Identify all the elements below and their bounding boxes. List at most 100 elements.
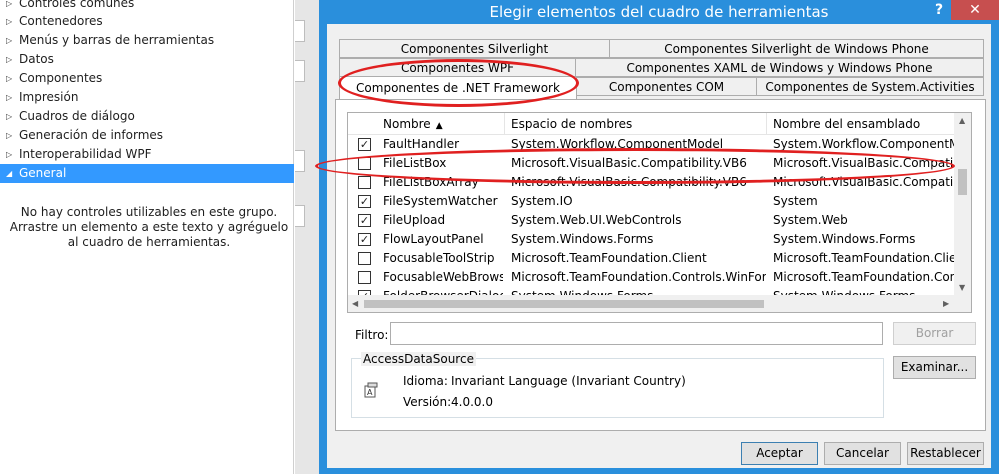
row-assembly: System.Workflow.ComponentModel xyxy=(773,137,956,151)
reset-button[interactable]: Restablecer xyxy=(907,442,984,465)
row-namespace: Microsoft.TeamFoundation.Client xyxy=(511,251,707,265)
scroll-up-icon[interactable]: ▲ xyxy=(959,116,965,125)
checkbox[interactable] xyxy=(358,157,371,170)
checkbox[interactable] xyxy=(358,271,371,284)
tab-silverlight-windows-phone[interactable]: Componentes Silverlight de Windows Phone xyxy=(609,39,984,58)
row-name: FileListBox xyxy=(383,156,447,170)
checkbox[interactable]: ✓ xyxy=(358,233,371,246)
row-name: FocusableWebBrowse xyxy=(383,270,503,284)
language-value: Invariant Language (Invariant Country) xyxy=(451,374,686,388)
horizontal-scrollbar[interactable]: ◀ ▶ xyxy=(348,295,956,312)
cancel-button[interactable]: Cancelar xyxy=(824,442,901,465)
toolbox-group-interop-wpf[interactable]: ▷ Interoperabilidad WPF xyxy=(0,145,294,164)
toolbox-group-contenedores[interactable]: ▷ Contenedores xyxy=(0,12,294,31)
row-assembly: System.Web xyxy=(773,213,848,227)
checkbox[interactable] xyxy=(358,252,371,265)
scroll-right-icon[interactable]: ▶ xyxy=(943,299,949,308)
tab-com[interactable]: Componentes COM xyxy=(576,77,757,96)
filter-label: Filtro: xyxy=(355,328,389,342)
list-header: Nombre ▲ Espacio de nombres Nombre del en… xyxy=(348,113,956,135)
row-assembly: Microsoft.TeamFoundation.Client xyxy=(773,251,956,265)
vertical-scrollbar[interactable]: ▲ ▼ xyxy=(954,113,971,312)
row-namespace: Microsoft.VisualBasic.Compatibility.VB6 xyxy=(511,175,747,189)
component-info-title: AccessDataSource xyxy=(361,352,476,366)
checkbox[interactable]: ✓ xyxy=(358,214,371,227)
dialog-title: Elegir elementos del cuadro de herramien… xyxy=(489,3,829,21)
row-assembly: Microsoft.VisualBasic.Compatibility xyxy=(773,175,956,189)
editor-field-edge xyxy=(295,60,305,82)
row-namespace: Microsoft.TeamFoundation.Controls.WinFor… xyxy=(511,270,766,284)
help-button[interactable]: ? xyxy=(927,0,951,22)
column-ensamblado[interactable]: Nombre del ensamblado xyxy=(767,113,956,135)
dialog-client-area: Componentes Silverlight Componentes Silv… xyxy=(315,24,991,468)
table-row[interactable]: ✓ FileSystemWatcher System.IO System xyxy=(348,192,956,211)
table-row[interactable]: FocusableToolStrip Microsoft.TeamFoundat… xyxy=(348,249,956,268)
column-nombre[interactable]: Nombre ▲ xyxy=(348,113,505,135)
toolbox-group-menus[interactable]: ▷ Menús y barras de herramientas xyxy=(0,31,294,50)
column-espacio-nombres[interactable]: Espacio de nombres xyxy=(505,113,767,135)
ok-button[interactable]: Aceptar xyxy=(741,442,818,465)
close-button[interactable]: ✕ xyxy=(951,0,999,20)
scroll-left-icon[interactable]: ◀ xyxy=(352,299,358,308)
expand-arrow-icon: ▷ xyxy=(6,112,13,121)
table-row[interactable]: ✓ FlowLayoutPanel System.Windows.Forms S… xyxy=(348,230,956,249)
toolbox-empty-message: No hay controles utilizables en este gru… xyxy=(9,205,289,249)
row-name: FaultHandler xyxy=(383,137,460,151)
tab-system-activities[interactable]: Componentes de System.Activities xyxy=(756,77,984,96)
expand-arrow-icon: ▷ xyxy=(6,131,13,140)
tab-wpf[interactable]: Componentes WPF xyxy=(339,58,576,77)
version-value: 4.0.0.0 xyxy=(451,395,493,409)
checkbox[interactable]: ✓ xyxy=(358,138,371,151)
row-assembly: System.Windows.Forms xyxy=(773,232,916,246)
tab-net-framework[interactable]: Componentes de .NET Framework xyxy=(339,76,577,99)
toolbox-group-informes[interactable]: ▷ Generación de informes xyxy=(0,126,294,145)
checkbox[interactable]: ✓ xyxy=(358,195,371,208)
row-assembly: Microsoft.VisualBasic.Compatibility xyxy=(773,156,956,170)
expand-arrow-icon: ▷ xyxy=(6,74,13,83)
toolbox-group-general[interactable]: ◢ General xyxy=(0,164,294,183)
toolbox-group-componentes[interactable]: ▷ Componentes xyxy=(0,69,294,88)
horizontal-scroll-thumb[interactable] xyxy=(364,300,764,308)
row-namespace: Microsoft.VisualBasic.Compatibility.VB6 xyxy=(511,156,747,170)
tab-silverlight[interactable]: Componentes Silverlight xyxy=(339,39,610,58)
editor-edge xyxy=(295,0,319,474)
expand-arrow-icon: ▷ xyxy=(6,55,13,64)
version-label: Versión: xyxy=(403,395,452,409)
expand-arrow-icon: ▷ xyxy=(6,17,13,26)
row-namespace: System.Workflow.ComponentModel xyxy=(511,137,724,151)
browse-button[interactable]: Examinar... xyxy=(893,356,976,379)
editor-field-edge xyxy=(295,20,305,42)
component-icon: A xyxy=(364,382,378,398)
editor-field-edge xyxy=(295,205,305,227)
table-row[interactable]: FocusableWebBrowse Microsoft.TeamFoundat… xyxy=(348,268,956,287)
filter-input[interactable] xyxy=(390,322,883,345)
tab-xaml-windows[interactable]: Componentes XAML de Windows y Windows Ph… xyxy=(575,58,984,77)
toolbox-group-impresion[interactable]: ▷ Impresión xyxy=(0,88,294,107)
row-namespace: System.Windows.Forms xyxy=(511,232,654,246)
table-row[interactable]: ✓ FileUpload System.Web.UI.WebControls S… xyxy=(348,211,956,230)
toolbox-group-datos[interactable]: ▷ Datos xyxy=(0,50,294,69)
expand-arrow-icon: ▷ xyxy=(6,36,13,45)
table-row[interactable]: FileListBoxArray Microsoft.VisualBasic.C… xyxy=(348,173,956,192)
checkbox[interactable] xyxy=(358,176,371,189)
toolbox-group-cuadros-dialogo[interactable]: ▷ Cuadros de diálogo xyxy=(0,107,294,126)
editor-field-edge xyxy=(295,150,305,172)
svg-text:A: A xyxy=(367,388,373,397)
row-name: FileListBoxArray xyxy=(383,175,479,189)
row-name: FlowLayoutPanel xyxy=(383,232,484,246)
vertical-scroll-thumb[interactable] xyxy=(958,169,967,195)
table-row[interactable]: FileListBox Microsoft.VisualBasic.Compat… xyxy=(348,154,956,173)
row-assembly: System xyxy=(773,194,818,208)
choose-toolbox-items-dialog: Elegir elementos del cuadro de herramien… xyxy=(315,0,999,474)
row-namespace: System.IO xyxy=(511,194,573,208)
row-name: FileUpload xyxy=(383,213,446,227)
row-name: FocusableToolStrip xyxy=(383,251,495,265)
table-row[interactable]: ✓ FaultHandler System.Workflow.Component… xyxy=(348,135,956,154)
scroll-down-icon[interactable]: ▼ xyxy=(959,283,965,292)
row-namespace: System.Web.UI.WebControls xyxy=(511,213,682,227)
sort-ascending-icon: ▲ xyxy=(435,121,443,131)
language-label: Idioma: xyxy=(403,374,448,388)
components-list[interactable]: Nombre ▲ Espacio de nombres Nombre del en… xyxy=(347,112,972,313)
clear-button[interactable]: Borrar xyxy=(893,322,976,345)
row-name: FileSystemWatcher xyxy=(383,194,498,208)
